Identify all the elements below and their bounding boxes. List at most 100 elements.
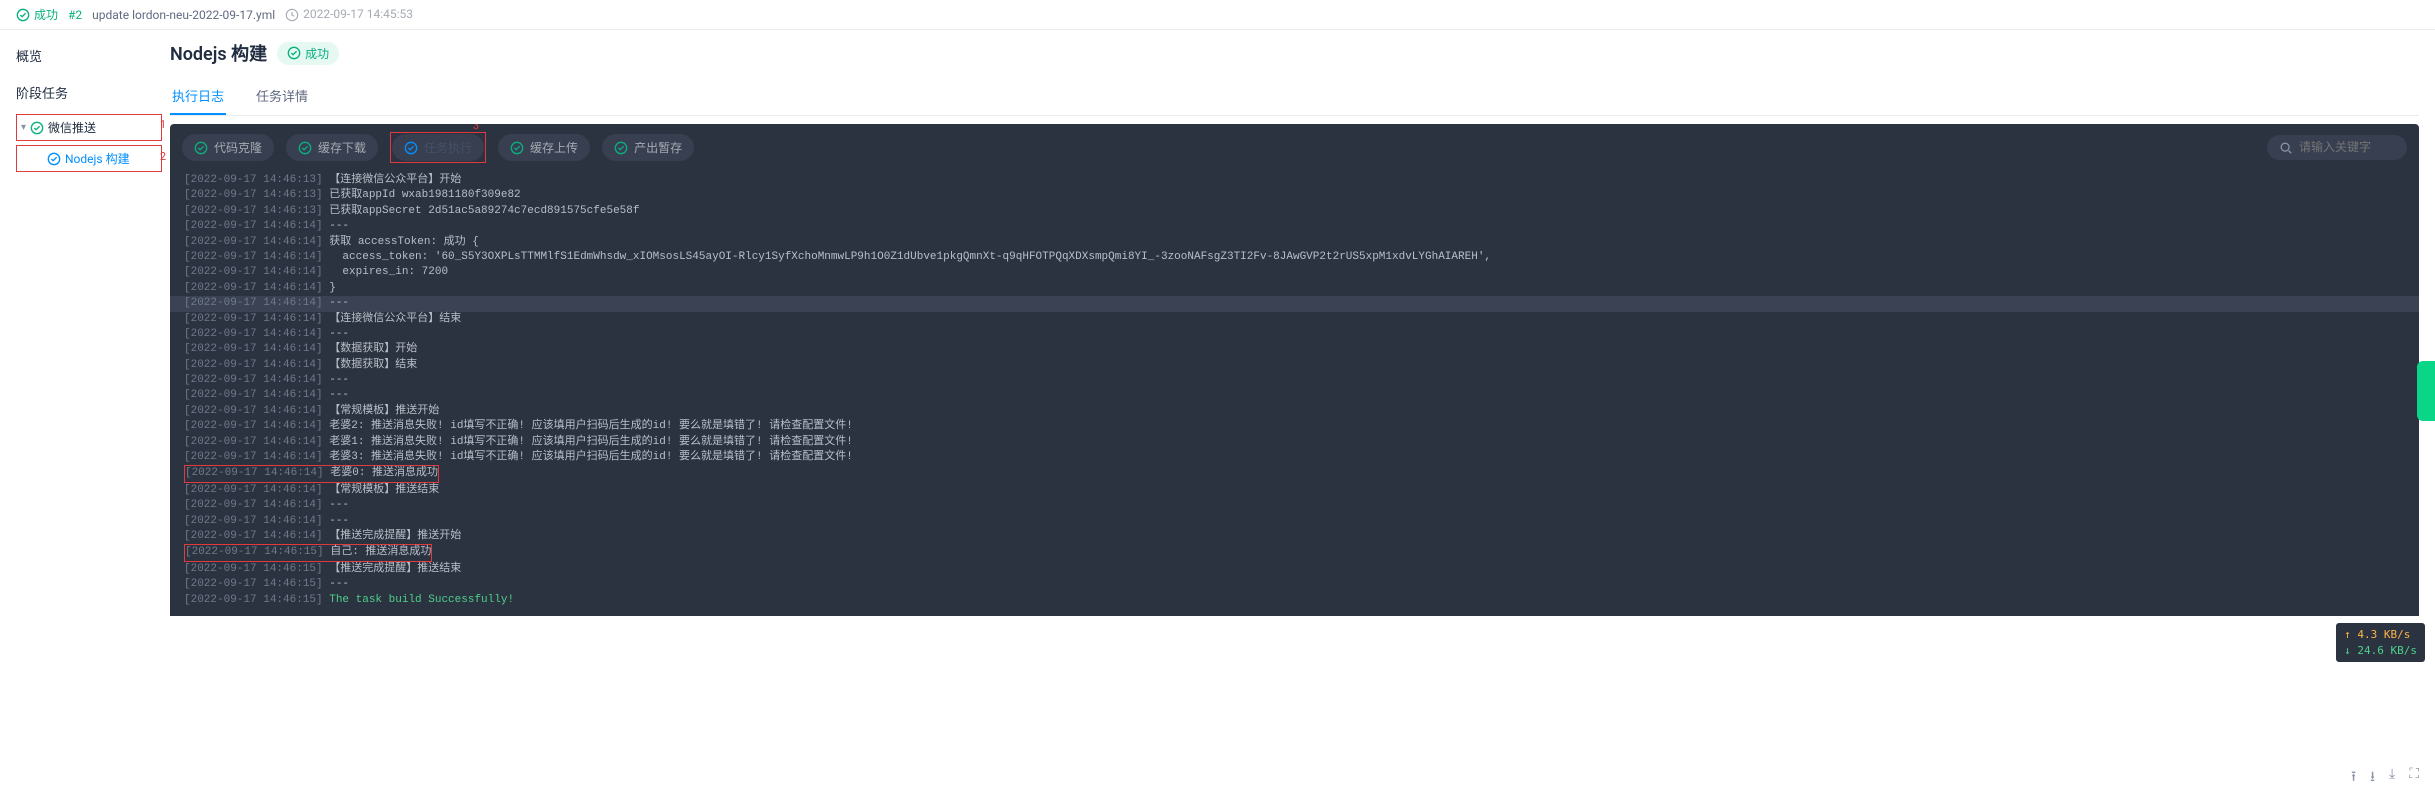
log-line: [2022-09-17 14:46:14] --- bbox=[170, 498, 2419, 513]
pill-task-exec[interactable]: 任务执行 bbox=[392, 134, 484, 161]
log-timestamp: [2022-09-17 14:46:14] bbox=[184, 359, 323, 371]
log-message: --- bbox=[323, 374, 349, 386]
run-status: 成功 bbox=[16, 6, 58, 23]
log-body[interactable]: [2022-09-17 14:46:13] 【连接微信公众平台】开始[2022-… bbox=[170, 171, 2419, 616]
log-message: 【常规模板】推送结束 bbox=[323, 484, 440, 496]
log-line: [2022-09-17 14:46:14] --- bbox=[170, 388, 2419, 403]
check-circle-icon bbox=[510, 141, 524, 155]
log-message: --- bbox=[323, 515, 349, 527]
check-circle-icon bbox=[287, 46, 301, 60]
log-line: [2022-09-17 14:46:14] --- bbox=[170, 219, 2419, 234]
log-timestamp: [2022-09-17 14:46:14] bbox=[184, 389, 323, 401]
log-message: 已获取appSecret 2d51ac5a89274c7ecd891575cfe… bbox=[323, 205, 640, 217]
log-line: [2022-09-17 14:46:14] --- bbox=[170, 327, 2419, 342]
sidebar-item-label: Nodejs 构建 bbox=[65, 150, 130, 167]
tab-details[interactable]: 任务详情 bbox=[254, 78, 310, 115]
log-message: 老婆0: 推送消息成功 bbox=[324, 467, 438, 479]
log-line: [2022-09-17 14:46:13] 已获取appId wxab19811… bbox=[170, 188, 2419, 203]
log-timestamp: [2022-09-17 14:46:14] bbox=[184, 451, 323, 463]
log-message: access_token: '60_S5Y3OXPLsTTMMlfS1EdmWh… bbox=[323, 251, 1491, 263]
log-timestamp: [2022-09-17 14:46:13] bbox=[184, 205, 323, 217]
sidebar-item-wechat-push[interactable]: ▾ 微信推送 bbox=[16, 114, 162, 141]
log-message: 【连接微信公众平台】结束 bbox=[323, 313, 462, 325]
log-line: [2022-09-17 14:46:15] The task build Suc… bbox=[170, 593, 2419, 608]
log-timestamp: [2022-09-17 14:46:14] bbox=[185, 467, 324, 479]
log-message: --- bbox=[323, 297, 349, 309]
log-timestamp: [2022-09-17 14:46:14] bbox=[184, 499, 323, 511]
annotation-3: 3 bbox=[473, 124, 479, 132]
scroll-bottom-icon[interactable]: ⭳ bbox=[2370, 766, 2375, 790]
log-message: 老婆3: 推送消息失败! id填写不正确! 应该填用户扫码后生成的id! 要么就… bbox=[323, 451, 853, 463]
pill-cache-upload[interactable]: 缓存上传 bbox=[498, 134, 590, 161]
fullscreen-icon[interactable]: ⛶ bbox=[2409, 766, 2419, 790]
sidebar: 概览 阶段任务 ▾ 微信推送 1 Nodejs 构建 2 bbox=[0, 30, 170, 616]
run-title: update lordon-neu-2022-09-17.yml bbox=[92, 8, 275, 22]
log-line: [2022-09-17 14:46:14] 【连接微信公众平台】结束 bbox=[170, 312, 2419, 327]
pill-cache-download[interactable]: 缓存下载 bbox=[286, 134, 378, 161]
pill-code-clone[interactable]: 代码克隆 bbox=[182, 134, 274, 161]
download-speed: ↓ 24.6 KB/s bbox=[2344, 643, 2417, 658]
annotation-1: 1 bbox=[160, 118, 166, 131]
log-line: [2022-09-17 14:46:14] 【数据获取】开始 bbox=[170, 342, 2419, 357]
pill-code-clone-box: 代码克隆 bbox=[182, 134, 274, 161]
search-icon bbox=[2279, 140, 2293, 155]
status-badge: 成功 bbox=[277, 42, 339, 65]
log-timestamp: [2022-09-17 14:46:14] bbox=[184, 251, 323, 263]
log-message: 老婆1: 推送消息失败! id填写不正确! 应该填用户扫码后生成的id! 要么就… bbox=[323, 436, 853, 448]
page-title-row: Nodejs 构建 成功 bbox=[170, 40, 2419, 66]
log-line: [2022-09-17 14:46:14] 【推送完成提醒】推送开始 bbox=[170, 529, 2419, 544]
clock-icon bbox=[285, 7, 299, 22]
log-line: [2022-09-17 14:46:14] 老婆0: 推送消息成功 bbox=[170, 465, 2419, 482]
log-timestamp: [2022-09-17 14:46:14] bbox=[184, 515, 323, 527]
log-timestamp: [2022-09-17 14:46:14] bbox=[184, 313, 323, 325]
log-timestamp: [2022-09-17 14:46:15] bbox=[185, 546, 324, 558]
log-line: [2022-09-17 14:46:14] 老婆2: 推送消息失败! id填写不… bbox=[170, 419, 2419, 434]
log-line: [2022-09-17 14:46:14] 【数据获取】结束 bbox=[170, 358, 2419, 373]
log-timestamp: [2022-09-17 14:46:14] bbox=[184, 405, 323, 417]
main-content: Nodejs 构建 成功 执行日志 任务详情 代码克隆 bbox=[170, 30, 2435, 616]
log-panel: 代码克隆 缓存下载 3 任务执行 bbox=[170, 124, 2419, 616]
log-message: 【常规模板】推送开始 bbox=[323, 405, 440, 417]
log-bottom-toolbar: ⭱ ⭳ ⤓ ⛶ bbox=[2351, 766, 2419, 790]
log-line: [2022-09-17 14:46:14] --- bbox=[170, 514, 2419, 529]
right-edge-tab[interactable] bbox=[2417, 361, 2435, 421]
log-message: 【连接微信公众平台】开始 bbox=[323, 174, 462, 186]
search-input[interactable] bbox=[2299, 140, 2395, 154]
highlighted-log-line: [2022-09-17 14:46:14] 老婆0: 推送消息成功 bbox=[184, 465, 439, 482]
log-search[interactable] bbox=[2267, 135, 2407, 160]
check-circle-icon bbox=[30, 121, 44, 135]
log-message: 【推送完成提醒】推送结束 bbox=[323, 563, 462, 575]
check-circle-icon bbox=[47, 152, 61, 166]
pill-task-exec-box: 3 任务执行 bbox=[390, 132, 486, 163]
upload-speed: ↑ 4.3 KB/s bbox=[2344, 627, 2417, 642]
log-timestamp: [2022-09-17 14:46:14] bbox=[184, 343, 323, 355]
tab-log[interactable]: 执行日志 bbox=[170, 78, 226, 115]
sidebar-item-label: 微信推送 bbox=[48, 119, 96, 136]
check-circle-icon bbox=[404, 141, 418, 155]
download-icon[interactable]: ⤓ bbox=[2389, 766, 2395, 790]
log-line: [2022-09-17 14:46:14] 获取 accessToken: 成功… bbox=[170, 235, 2419, 250]
log-message: The task build Successfully! bbox=[323, 594, 514, 606]
log-line: [2022-09-17 14:46:13] 【连接微信公众平台】开始 bbox=[170, 173, 2419, 188]
run-number: #2 bbox=[68, 8, 82, 22]
page-title: Nodejs 构建 bbox=[170, 40, 267, 66]
log-timestamp: [2022-09-17 14:46:14] bbox=[184, 220, 323, 232]
pill-output-stash[interactable]: 产出暂存 bbox=[602, 134, 694, 161]
header-bar: 成功 #2 update lordon-neu-2022-09-17.yml 2… bbox=[0, 0, 2435, 30]
run-timestamp: 2022-09-17 14:45:53 bbox=[285, 7, 413, 22]
log-timestamp: [2022-09-17 14:46:13] bbox=[184, 174, 323, 186]
check-circle-icon bbox=[194, 141, 208, 155]
log-timestamp: [2022-09-17 14:46:14] bbox=[184, 282, 323, 294]
check-circle-icon bbox=[614, 141, 628, 155]
log-timestamp: [2022-09-17 14:46:14] bbox=[184, 236, 323, 248]
pill-output-stash-box: 产出暂存 bbox=[602, 134, 694, 161]
log-timestamp: [2022-09-17 14:46:14] bbox=[184, 484, 323, 496]
annotation-2: 2 bbox=[160, 150, 166, 163]
log-line: [2022-09-17 14:46:14] } bbox=[170, 281, 2419, 296]
scroll-top-icon[interactable]: ⭱ bbox=[2351, 766, 2356, 790]
sidebar-overview[interactable]: 概览 bbox=[16, 46, 162, 65]
chevron-down-icon: ▾ bbox=[21, 122, 26, 133]
tab-bar: 执行日志 任务详情 bbox=[170, 78, 2419, 116]
log-message: --- bbox=[323, 220, 349, 232]
sidebar-item-nodejs-build[interactable]: Nodejs 构建 bbox=[16, 145, 162, 172]
